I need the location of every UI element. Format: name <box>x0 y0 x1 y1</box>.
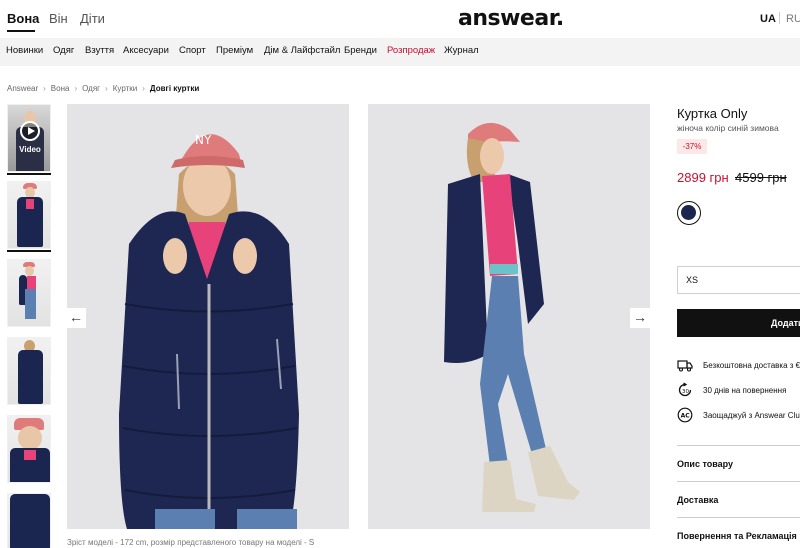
accordion-returns[interactable]: Повернення та Рекламація <box>677 531 797 541</box>
feature-text: Безкоштовна доставка з € <box>703 361 800 370</box>
product-photo-front[interactable]: NY <box>67 104 349 529</box>
nav-item-home-lifestyle[interactable]: Дім & Лайфстайл <box>264 45 340 56</box>
chevron-right-icon: › <box>142 84 145 93</box>
play-icon <box>20 121 40 141</box>
breadcrumb-item[interactable]: Куртки <box>113 84 137 93</box>
model-side-illustration <box>368 104 650 529</box>
chevron-right-icon: › <box>105 84 108 93</box>
model-front-illustration: NY <box>67 104 349 529</box>
thumbnail-active-indicator <box>7 250 51 252</box>
thumbnail-active-indicator <box>7 173 51 175</box>
product-subtitle: жіноча колір синій зимова <box>677 123 779 133</box>
return-icon: 30 <box>678 382 692 397</box>
thumbnail-3[interactable] <box>7 337 51 405</box>
product-title: Куртка Only <box>677 106 748 121</box>
svg-text:NY: NY <box>195 133 212 147</box>
color-swatch-navy[interactable] <box>677 201 701 225</box>
thumbnail-4[interactable] <box>7 415 51 483</box>
svg-text:AC: AC <box>681 412 691 419</box>
lang-ru[interactable]: RU <box>786 13 800 25</box>
price-original: 4599 грн <box>735 170 787 185</box>
thumbnail-2[interactable] <box>7 259 51 327</box>
nav-item-shoes[interactable]: Взуття <box>85 45 114 56</box>
gender-tab-men[interactable]: Він <box>49 11 68 26</box>
size-select-value: XS <box>686 275 699 285</box>
active-tab-underline <box>7 30 35 32</box>
breadcrumb-item[interactable]: Одяг <box>82 84 100 93</box>
discount-badge: -37% <box>677 139 707 154</box>
breadcrumb: Answear › Вона › Одяг › Куртки › Довгі куртки <box>7 84 199 93</box>
accordion-delivery[interactable]: Доставка <box>677 495 718 505</box>
svg-text:30: 30 <box>682 389 689 395</box>
thumbnail-5[interactable] <box>7 493 51 548</box>
divider <box>677 481 800 482</box>
divider <box>677 517 800 518</box>
price-current: 2899 грн <box>677 170 729 185</box>
thumbnail-1[interactable] <box>7 181 51 249</box>
nav-item-clothing[interactable]: Одяг <box>53 45 74 56</box>
nav-item-accessories[interactable]: Аксесуари <box>123 45 169 56</box>
breadcrumb-item[interactable]: Answear <box>7 84 38 93</box>
nav-item-new[interactable]: Новинки <box>6 45 43 56</box>
nav-item-brands[interactable]: Бренди <box>344 45 377 56</box>
top-bar: Вона Він Діти answear. UA RU <box>0 0 800 38</box>
logo[interactable]: answear. <box>458 6 564 31</box>
size-select[interactable]: XS <box>677 266 800 294</box>
nav-item-journal[interactable]: Журнал <box>444 45 479 56</box>
feature-free-delivery: Безкоштовна доставка з € <box>677 357 800 375</box>
add-to-cart-button[interactable]: Додати <box>677 309 800 337</box>
divider <box>677 445 800 446</box>
thumbnail-video[interactable]: Video <box>7 104 51 172</box>
nav-item-sport[interactable]: Спорт <box>179 45 206 56</box>
breadcrumb-item[interactable]: Вона <box>51 84 70 93</box>
model-size-caption: Зріст моделі - 172 cm, розмір представле… <box>67 538 315 547</box>
feature-text: 30 днів на повернення <box>703 386 787 395</box>
gender-tab-women[interactable]: Вона <box>7 11 39 26</box>
add-to-cart-label: Додати <box>771 318 800 328</box>
gender-tab-kids[interactable]: Діти <box>80 11 105 26</box>
main-nav: Новинки Одяг Взуття Аксесуари Спорт Прем… <box>0 38 800 66</box>
feature-text: Заощаджуй з Answear Club <box>703 411 800 420</box>
accordion-description[interactable]: Опис товару <box>677 459 733 469</box>
feature-return: 30 30 днів на повернення <box>677 382 800 400</box>
nav-item-premium[interactable]: Преміум <box>216 45 253 56</box>
video-label: Video <box>19 145 41 154</box>
gallery-next-button[interactable]: → <box>630 308 650 328</box>
lang-ua[interactable]: UA <box>760 13 776 25</box>
nav-item-sale[interactable]: Розпродаж <box>387 45 435 56</box>
gallery-prev-button[interactable]: ← <box>66 308 86 328</box>
chevron-right-icon: › <box>74 84 78 93</box>
product-photo-side[interactable] <box>368 104 650 529</box>
breadcrumb-current: Довгі куртки <box>149 84 200 93</box>
feature-club: AC Заощаджуй з Answear Club <box>677 407 800 425</box>
lang-divider <box>779 12 780 24</box>
truck-icon <box>677 360 693 372</box>
club-icon: AC <box>677 407 693 423</box>
chevron-right-icon: › <box>43 84 46 93</box>
